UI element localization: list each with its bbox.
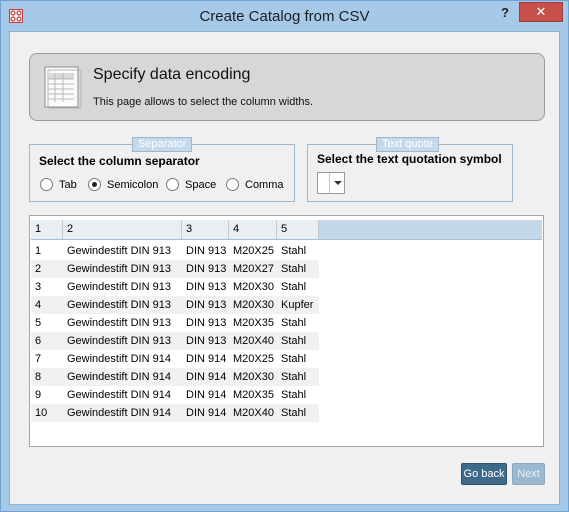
- window-title: Create Catalog from CSV: [199, 8, 370, 25]
- radio-option-tab[interactable]: Tab: [40, 178, 77, 191]
- radio-label-comma: Comma: [245, 178, 284, 191]
- csv-preview-grid[interactable]: 1 2 3 4 5 1 Gewindestift DIN 913 DIN 913 M2…: [29, 215, 544, 447]
- column-header[interactable]: 5: [277, 220, 319, 239]
- table-cell: Gewindestift DIN 913: [67, 317, 171, 329]
- grid-header: 1 2 3 4 5: [31, 220, 542, 240]
- separator-group: Separator Select the column separator Ta…: [29, 137, 295, 202]
- text-quote-title: Select the text quotation symbol: [317, 152, 502, 166]
- quote-symbol-value: [318, 173, 330, 193]
- table-cell: M20X30: [233, 281, 274, 293]
- radio-label-semicolon: Semicolon: [107, 178, 159, 191]
- table-cell: DIN 913: [186, 245, 227, 257]
- table-cell: M20X25: [233, 245, 274, 257]
- table-cell: Stahl: [281, 353, 307, 365]
- quote-symbol-select[interactable]: [317, 172, 345, 194]
- table-cell: M20X27: [229, 260, 277, 278]
- page-header: Specify data encoding This page allows t…: [29, 53, 545, 121]
- help-button[interactable]: ?: [496, 5, 514, 23]
- chevron-down-icon[interactable]: [330, 173, 344, 193]
- table-cell: Kupfer: [277, 296, 319, 314]
- spreadsheet-document-icon: [43, 64, 83, 110]
- table-cell: M20X25: [233, 353, 274, 365]
- radio-option-semicolon[interactable]: Semicolon: [88, 178, 158, 191]
- table-cell: Stahl: [281, 281, 307, 293]
- go-back-button[interactable]: Go back: [461, 463, 507, 485]
- title-bar[interactable]: Create Catalog from CSV ? ✕: [1, 1, 568, 31]
- separator-legend: Separator: [132, 137, 193, 152]
- table-cell: DIN 914: [182, 404, 229, 422]
- table-cell: 3: [35, 281, 42, 293]
- table-cell: M20X30: [229, 368, 277, 386]
- table-cell: DIN 914: [182, 368, 229, 386]
- table-cell: Gewindestift DIN 914: [67, 353, 171, 365]
- radio-space[interactable]: [166, 178, 179, 191]
- table-cell: Stahl: [277, 332, 319, 350]
- table-cell: Stahl: [277, 260, 319, 278]
- table-cell: Stahl: [281, 245, 307, 257]
- radio-label-tab: Tab: [59, 178, 77, 191]
- table-cell: 6: [31, 332, 63, 350]
- radio-option-comma[interactable]: Comma: [226, 178, 284, 191]
- radio-comma[interactable]: [226, 178, 239, 191]
- text-quote-legend: Text quote: [376, 137, 439, 152]
- radio-label-space: Space: [185, 178, 217, 191]
- page-title: Specify data encoding: [93, 66, 251, 83]
- page-description: This page allows to select the column wi…: [93, 96, 314, 108]
- table-cell: Gewindestift DIN 913: [63, 260, 182, 278]
- table-cell: 7: [35, 353, 42, 365]
- column-header[interactable]: 1: [31, 220, 63, 239]
- table-cell: Stahl: [277, 368, 319, 386]
- table-cell: 2: [31, 260, 63, 278]
- table-cell: Gewindestift DIN 913: [67, 245, 171, 257]
- table-cell: M20X35: [233, 317, 274, 329]
- table-cell: Stahl: [281, 389, 307, 401]
- separator-title: Select the column separator: [39, 154, 200, 168]
- column-header[interactable]: 4: [229, 220, 277, 239]
- table-cell: Gewindestift DIN 913: [67, 281, 171, 293]
- text-quote-group: Text quote Select the text quotation sym…: [307, 137, 513, 202]
- table-cell: 10: [31, 404, 63, 422]
- table-cell: 1: [35, 245, 42, 257]
- table-cell: DIN 914: [186, 389, 227, 401]
- table-cell: 8: [31, 368, 63, 386]
- table-cell: Gewindestift DIN 914: [67, 389, 171, 401]
- table-cell: M20X35: [233, 389, 274, 401]
- dialog-window: Create Catalog from CSV ? ✕ Specify data…: [0, 0, 569, 512]
- table-cell: DIN 913: [186, 317, 227, 329]
- column-header[interactable]: 2: [63, 220, 182, 239]
- table-cell: Gewindestift DIN 914: [63, 368, 182, 386]
- table-cell: DIN 913: [182, 296, 229, 314]
- column-header[interactable]: 3: [182, 220, 229, 239]
- table-cell: Gewindestift DIN 913: [63, 332, 182, 350]
- table-cell: M20X30: [229, 296, 277, 314]
- radio-semicolon[interactable]: [88, 178, 101, 191]
- table-cell: M20X40: [229, 404, 277, 422]
- radio-tab[interactable]: [40, 178, 53, 191]
- close-button[interactable]: ✕: [519, 2, 563, 22]
- table-cell: DIN 913: [186, 281, 227, 293]
- table-cell: DIN 914: [186, 353, 227, 365]
- dialog-content: Specify data encoding This page allows t…: [9, 31, 560, 505]
- next-button[interactable]: Next: [512, 463, 545, 485]
- table-cell: Gewindestift DIN 913: [63, 296, 182, 314]
- table-cell: 5: [35, 317, 42, 329]
- table-cell: DIN 913: [182, 332, 229, 350]
- table-cell: 9: [35, 389, 42, 401]
- radio-option-space[interactable]: Space: [166, 178, 216, 191]
- table-cell: M20X40: [229, 332, 277, 350]
- table-cell: DIN 913: [182, 260, 229, 278]
- table-cell: Stahl: [277, 404, 319, 422]
- table-cell: 4: [31, 296, 63, 314]
- table-cell: Stahl: [281, 317, 307, 329]
- table-cell: Gewindestift DIN 914: [63, 404, 182, 422]
